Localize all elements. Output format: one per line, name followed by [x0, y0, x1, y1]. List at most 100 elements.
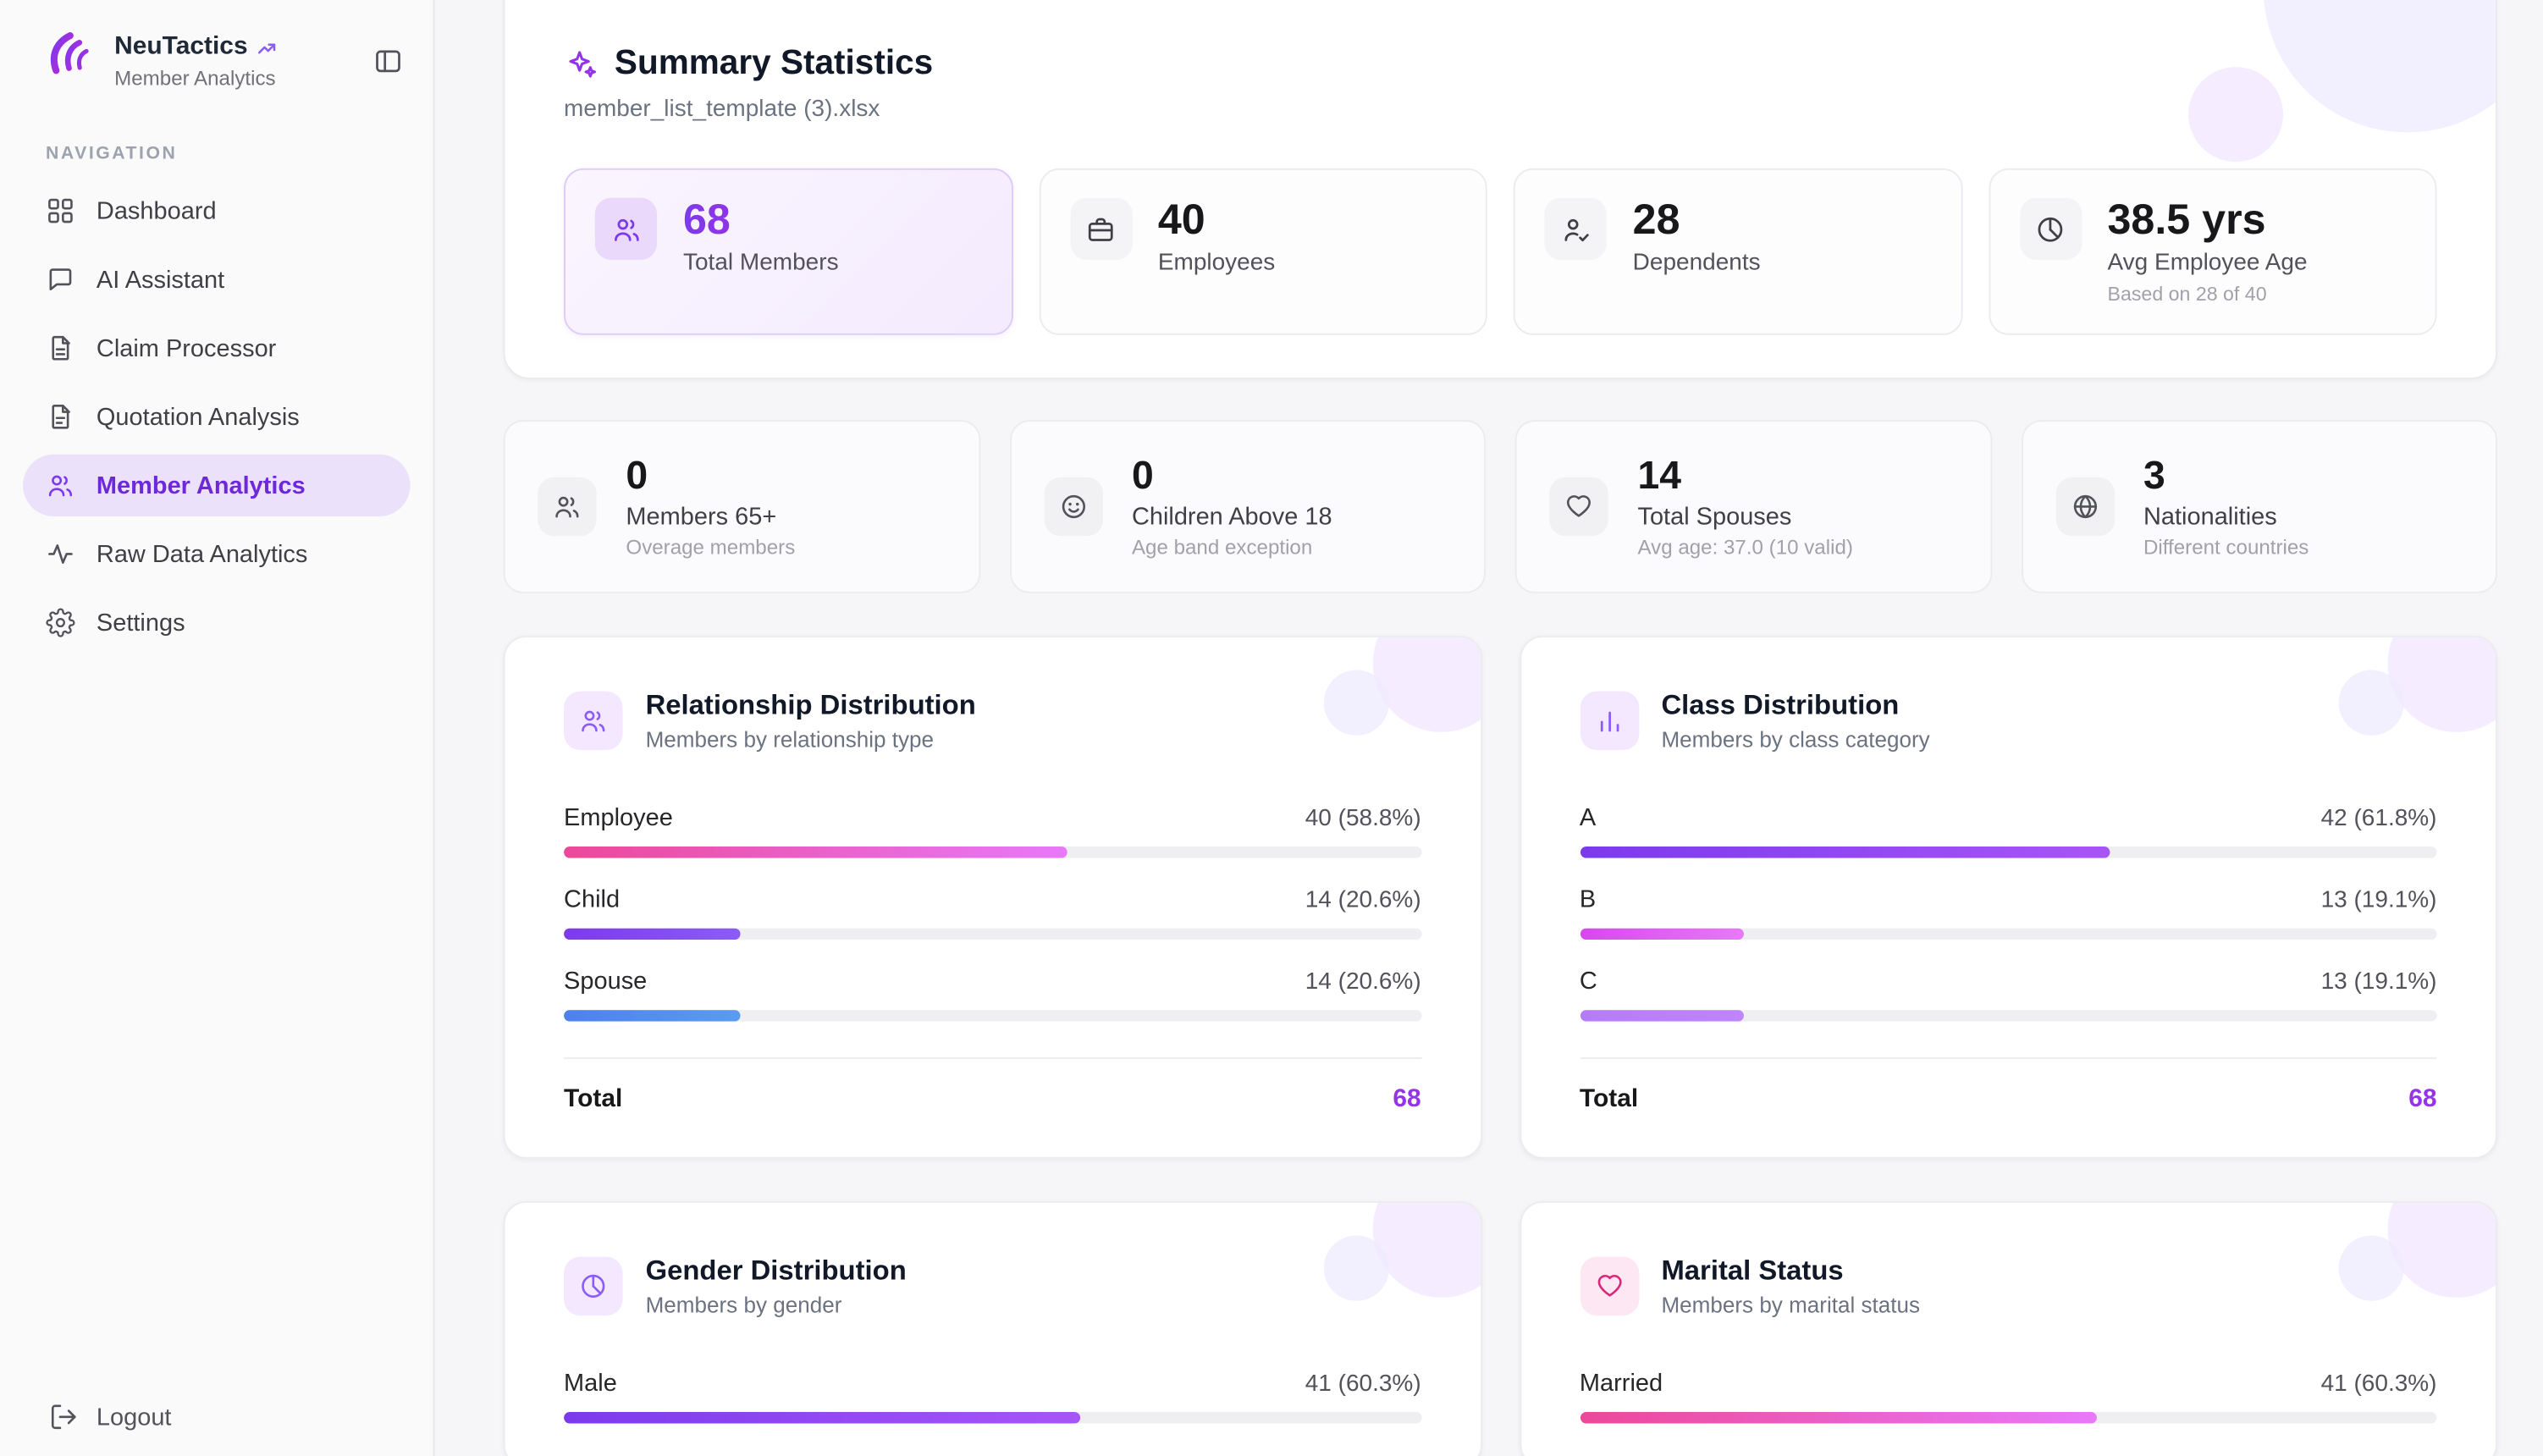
sidebar-collapse-button[interactable] [366, 39, 410, 83]
chart-subtitle: Members by gender [646, 1293, 907, 1318]
charts-row-2: Gender Distribution Members by gender Ma… [504, 1202, 2497, 1456]
chart-subtitle: Members by relationship type [646, 728, 976, 753]
stat-value: 38.5 yrs [2108, 198, 2308, 243]
brand: NeuTactics Member Analytics [0, 0, 433, 108]
stat-value: 68 [683, 198, 839, 243]
heart-icon [1549, 477, 1608, 537]
sidebar-item-label: Member Analytics [97, 472, 306, 499]
stat-label: Avg Employee Age [2108, 251, 2308, 277]
chart-row-married: Married 41 (60.3%) [1580, 1370, 2437, 1424]
sidebar-item-quotation-analysis[interactable]: Quotation Analysis [23, 386, 411, 448]
grid-icon [46, 196, 75, 226]
category-label: Child [564, 886, 620, 914]
stat-value: 0 [1132, 455, 1332, 497]
stat-card-children-above-18: 0 Children Above 18 Age band exception [1009, 421, 1486, 594]
stat-label: Employees [1158, 251, 1275, 277]
pie-chart-icon [2019, 198, 2081, 260]
stat-card-total-spouses: 14 Total Spouses Avg age: 37.0 (10 valid… [1515, 421, 1992, 594]
sidebar: NeuTactics Member Analytics NAVIGATION D… [0, 0, 435, 1456]
sidebar-item-member-analytics[interactable]: Member Analytics [23, 455, 411, 516]
bar-track [1580, 1011, 2437, 1023]
sidebar-item-claim-processor[interactable]: Claim Processor [23, 317, 411, 379]
logout-button[interactable]: Logout [49, 1402, 172, 1431]
stat-value: 40 [1158, 198, 1275, 243]
stat-note: Age band exception [1132, 536, 1332, 559]
sidebar-item-label: Dashboard [97, 197, 217, 225]
bar-track [1580, 929, 2437, 940]
bar-fill [1580, 1413, 2097, 1425]
document-icon [46, 334, 75, 363]
category-value: 13 (19.1%) [2321, 888, 2437, 914]
chart-total-row: Total 68 [564, 1058, 1421, 1116]
activity-icon [46, 539, 75, 569]
stat-card-avg-employee-age[interactable]: 38.5 yrs Avg Employee Age Based on 28 of… [1989, 168, 2437, 335]
people-icon [46, 471, 75, 500]
total-value: 68 [1393, 1085, 1420, 1115]
bar-fill [1580, 1011, 1743, 1023]
stat-card-dependents[interactable]: 28 Dependents [1514, 168, 1962, 335]
sparkles-icon [564, 47, 599, 81]
stat-note: Based on 28 of 40 [2108, 284, 2308, 306]
chart-title: Relationship Distribution [646, 690, 976, 723]
page-title: Summary Statistics [615, 44, 933, 83]
bar-fill [564, 929, 741, 940]
brand-subtitle: Member Analytics [114, 67, 350, 90]
chart-row-employee: Employee 40 (58.8%) [564, 804, 1421, 858]
category-value: 13 (19.1%) [2321, 969, 2437, 995]
source-filename: member_list_template (3).xlsx [564, 97, 2436, 123]
category-label: Married [1580, 1370, 1663, 1398]
person-check-icon [1544, 198, 1606, 260]
category-value: 41 (60.3%) [1305, 1371, 1421, 1398]
stat-card-nationalities: 3 Nationalities Different countries [2021, 421, 2497, 594]
sidebar-item-ai-assistant[interactable]: AI Assistant [23, 248, 411, 310]
stat-note: Overage members [626, 536, 795, 559]
chat-icon [46, 265, 75, 295]
bar-track [564, 847, 1421, 859]
stat-value: 14 [1637, 455, 1852, 497]
secondary-stat-grid: 0 Members 65+ Overage members 0 Children… [504, 421, 2497, 594]
stat-label: Total Members [683, 251, 839, 277]
stat-value: 28 [1633, 198, 1761, 243]
chart-row-class-a: A 42 (61.8%) [1580, 804, 2437, 858]
total-label: Total [1580, 1085, 1638, 1115]
sidebar-item-settings[interactable]: Settings [23, 592, 411, 654]
relationship-distribution-card: Relationship Distribution Members by rel… [504, 637, 1481, 1160]
sidebar-nav: Dashboard AI Assistant Claim Processor Q… [0, 179, 433, 654]
stat-label: Total Spouses [1637, 503, 1852, 531]
stat-value: 0 [626, 455, 795, 497]
bar-fill [564, 1413, 1081, 1425]
category-label: Male [564, 1370, 617, 1398]
category-label: A [1580, 804, 1596, 832]
stat-label: Dependents [1633, 251, 1761, 277]
category-value: 14 (20.6%) [1305, 969, 1421, 995]
bar-track [564, 1011, 1421, 1023]
trend-icon [256, 36, 277, 58]
app: NeuTactics Member Analytics NAVIGATION D… [0, 0, 2543, 1456]
stat-note: Different countries [2143, 536, 2309, 559]
category-label: Employee [564, 804, 673, 832]
bar-chart-icon [1580, 692, 1639, 751]
pie-chart-icon [564, 1257, 623, 1316]
people-icon [538, 477, 597, 537]
sidebar-item-dashboard[interactable]: Dashboard [23, 179, 411, 241]
stat-card-total-members[interactable]: 68 Total Members [564, 168, 1012, 335]
category-label: C [1580, 968, 1597, 995]
bar-fill [564, 1011, 741, 1023]
stat-value: 3 [2143, 455, 2309, 497]
stat-card-members-65-plus: 0 Members 65+ Overage members [504, 421, 980, 594]
sidebar-item-label: Quotation Analysis [97, 403, 300, 431]
sidebar-item-raw-data-analytics[interactable]: Raw Data Analytics [23, 523, 411, 585]
marital-status-card: Marital Status Members by marital status… [1519, 1202, 2496, 1456]
bar-track [1580, 1413, 2437, 1425]
chart-title: Class Distribution [1661, 690, 1929, 723]
summary-statistics-card: Summary Statistics member_list_template … [504, 0, 2497, 379]
heart-icon [1580, 1257, 1639, 1316]
category-value: 14 (20.6%) [1305, 888, 1421, 914]
members-icon [595, 198, 657, 260]
stat-card-employees[interactable]: 40 Employees [1039, 168, 1487, 335]
chart-subtitle: Members by class category [1661, 728, 1929, 753]
people-icon [564, 692, 623, 751]
sidebar-item-label: Claim Processor [97, 334, 276, 362]
category-value: 40 (58.8%) [1305, 806, 1421, 832]
logout-label: Logout [97, 1403, 172, 1431]
